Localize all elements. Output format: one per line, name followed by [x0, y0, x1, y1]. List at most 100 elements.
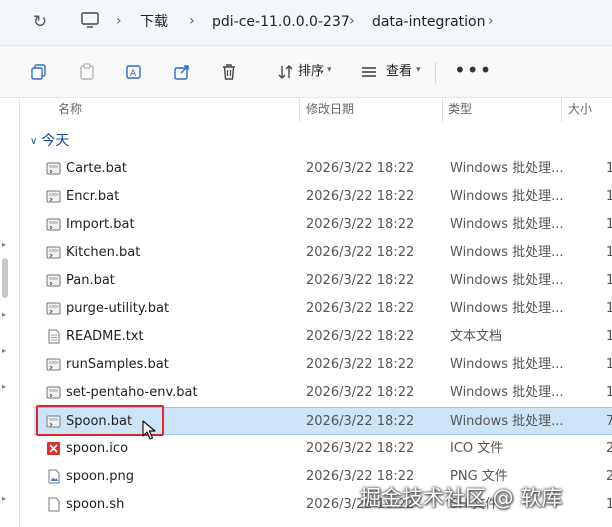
file-modified-date: 2026/3/22 18:22 [306, 273, 415, 288]
column-header-name[interactable]: 名称 [58, 101, 82, 117]
refresh-icon[interactable]: ↻ [30, 12, 50, 32]
file-type: Windows 批处理... [450, 217, 564, 232]
file-type: Windows 批处理... [450, 273, 564, 288]
expand-arrow-icon[interactable]: ▸ [2, 346, 6, 355]
file-modified-date: 2026/3/22 18:22 [306, 189, 415, 204]
file-modified-date: 2026/3/22 18:22 [306, 414, 415, 429]
nav-scrollbar[interactable] [2, 258, 8, 298]
column-header-size[interactable]: 大小 [568, 101, 592, 117]
file-modified-date: 2026/3/22 18:22 [306, 161, 415, 176]
expand-arrow-icon[interactable]: ▸ [2, 382, 6, 391]
file-row[interactable]: spoon.ico 2026/3/22 18:22 ICO 文件 204 [34, 435, 612, 463]
file-name: Pan.bat [66, 273, 115, 288]
file-type: Windows 批处理... [450, 385, 564, 400]
file-row[interactable]: set-pentaho-env.bat 2026/3/22 18:22 Window… [34, 379, 612, 407]
file-modified-date: 2026/3/22 18:22 [306, 469, 415, 484]
file-name: spoon.sh [66, 497, 125, 512]
group-header-today[interactable]: ∨ 今天 [30, 131, 69, 151]
file-size: 1 [606, 385, 612, 400]
file-name: set-pentaho-env.bat [66, 385, 198, 400]
chevron-down-icon[interactable]: ∨ [30, 132, 37, 152]
file-row[interactable]: Carte.bat 2026/3/22 18:22 Windows 批处理... 1 [34, 155, 612, 183]
file-size: 1 [606, 301, 612, 316]
command-toolbar: A 排序 ▾ 查看 ▾ ••• [0, 46, 612, 98]
png-file-icon [46, 469, 61, 484]
file-name: Encr.bat [66, 189, 120, 204]
sort-button[interactable]: 排序 [298, 64, 324, 80]
rename-icon[interactable]: A [125, 63, 143, 81]
file-type: 文本文档 [450, 329, 503, 344]
delete-icon[interactable] [220, 63, 238, 81]
column-headers: 名称 修改日期 类型 大小 [20, 98, 612, 122]
file-modified-date: 2026/3/22 18:22 [306, 245, 415, 260]
file-row[interactable]: runSamples.bat 2026/3/22 18:22 Windows 批处理… [34, 351, 612, 379]
svg-text:A: A [130, 69, 137, 79]
file-modified-date: 2026/3/22 18:22 [306, 301, 415, 316]
file-type: Windows 批处理... [450, 161, 564, 176]
file-name: Carte.bat [66, 161, 127, 176]
file-row[interactable]: Encr.bat 2026/3/22 18:22 Windows 批处理... 1 [34, 183, 612, 211]
file-modified-date: 2026/3/22 18:22 [306, 357, 415, 372]
bat-file-icon [46, 385, 61, 400]
file-row[interactable]: README.txt 2026/3/22 18:22 文本文档 1 [34, 323, 612, 351]
text-file-icon [46, 329, 61, 344]
breadcrumb-pdi-folder[interactable]: pdi-ce-11.0.0.0-237 [212, 13, 350, 31]
column-divider[interactable] [561, 98, 562, 122]
file-modified-date: 2026/3/22 18:22 [306, 217, 415, 232]
file-type: ICO 文件 [450, 441, 504, 456]
sort-icon[interactable] [277, 63, 295, 81]
chevron-down-icon[interactable]: ▾ [416, 65, 421, 75]
file-size: 1 [606, 273, 612, 288]
expand-arrow-icon[interactable]: ▸ [2, 310, 6, 319]
expand-arrow-icon[interactable]: ▸ [2, 494, 6, 503]
column-header-date[interactable]: 修改日期 [306, 101, 354, 117]
bat-file-icon [46, 301, 61, 316]
computer-icon[interactable] [80, 11, 100, 29]
toolbar-divider [435, 62, 436, 84]
column-divider[interactable] [442, 98, 443, 122]
chevron-right-icon[interactable]: › [488, 12, 494, 30]
file-row[interactable]: Import.bat 2026/3/22 18:22 Windows 批处理... 1 [34, 211, 612, 239]
breadcrumb-downloads[interactable]: 下载 [140, 13, 168, 31]
file-modified-date: 2026/3/22 18:22 [306, 385, 415, 400]
file-row[interactable]: purge-utility.bat 2026/3/22 18:22 Windows … [34, 295, 612, 323]
file-modified-date: 2026/3/22 18:22 [306, 441, 415, 456]
ico-file-icon [46, 441, 61, 456]
breadcrumb-data-integration[interactable]: data-integration [372, 13, 486, 31]
copy-icon[interactable] [30, 63, 48, 81]
chevron-down-icon[interactable]: ▾ [327, 65, 332, 75]
navigation-pane[interactable]: ▸ ▸ ▸ ▸ ▸ ▸ [0, 98, 20, 527]
chevron-right-icon[interactable]: › [189, 12, 195, 30]
file-name: README.txt [66, 329, 144, 344]
file-type: Windows 批处理... [450, 357, 564, 372]
column-divider[interactable] [299, 98, 300, 122]
file-type: PNG 文件 [450, 469, 508, 484]
bat-file-icon [46, 189, 61, 204]
bat-file-icon [46, 357, 61, 372]
view-icon[interactable] [360, 63, 378, 81]
file-type: Windows 批处理... [450, 414, 564, 429]
file-name: purge-utility.bat [66, 301, 170, 316]
file-name: Kitchen.bat [66, 245, 141, 260]
file-type: Windows 批处理... [450, 301, 564, 316]
file-modified-date: 2026/3/22 18:22 [306, 329, 415, 344]
file-size: 1 [606, 329, 612, 344]
file-name: Import.bat [66, 217, 135, 232]
paste-icon[interactable] [78, 63, 96, 81]
chevron-right-icon[interactable]: › [116, 12, 122, 30]
file-type: Windows 批处理... [450, 189, 564, 204]
file-size: 1 [606, 161, 612, 176]
file-type: Windows 批处理... [450, 245, 564, 260]
column-header-type[interactable]: 类型 [448, 101, 472, 117]
view-button[interactable]: 查看 [386, 64, 412, 80]
sh-file-icon [46, 497, 61, 512]
file-row[interactable]: Pan.bat 2026/3/22 18:22 Windows 批处理... 1 [34, 267, 612, 295]
bat-file-icon [46, 217, 61, 232]
expand-arrow-icon[interactable]: ▸ [2, 240, 6, 249]
group-label: 今天 [41, 133, 70, 149]
file-size: 2 [606, 469, 612, 484]
more-options-button[interactable]: ••• [454, 58, 492, 82]
chevron-right-icon[interactable]: › [349, 12, 355, 30]
file-row[interactable]: Kitchen.bat 2026/3/22 18:22 Windows 批处理...… [34, 239, 612, 267]
share-icon[interactable] [173, 63, 191, 81]
